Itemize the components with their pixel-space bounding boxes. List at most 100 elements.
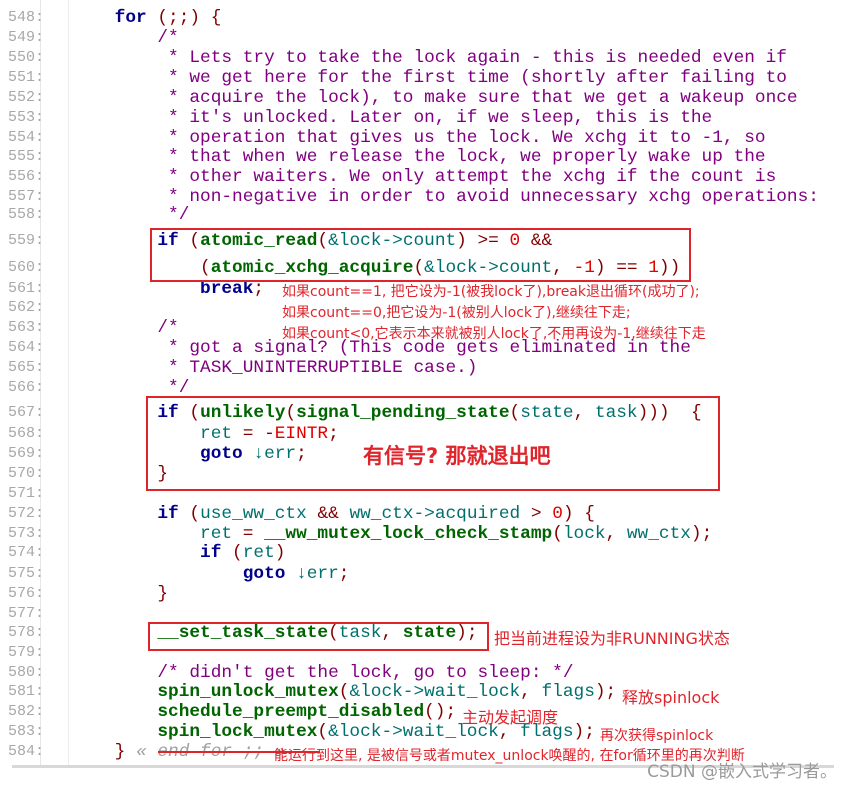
token-kw: for bbox=[72, 8, 147, 28]
annotation-relock: 再次获得spinlock bbox=[600, 728, 714, 744]
code-line: 556: * other waiters. We only attempt th… bbox=[0, 167, 830, 187]
token-fn: __ww_mutex_lock_check_stamp bbox=[264, 524, 553, 544]
line-number: 558: bbox=[8, 206, 45, 223]
line-code: /* bbox=[72, 28, 179, 48]
token-op: ; bbox=[253, 279, 265, 299]
line-code: goto ↓err; bbox=[72, 564, 350, 584]
line-number: 560: bbox=[8, 259, 45, 276]
line-number: 548: bbox=[8, 9, 45, 26]
code-line: 550: * Lets try to take the lock again -… bbox=[0, 48, 830, 68]
line-number: 570: bbox=[8, 465, 45, 482]
code-line: 548: for (;;) { bbox=[0, 8, 830, 28]
token-op: ( bbox=[552, 524, 563, 544]
annotation-unlock: 释放spinlock bbox=[622, 688, 720, 707]
code-line: 557: * non-negative in order to avoid un… bbox=[0, 187, 830, 207]
line-number: 575: bbox=[8, 565, 45, 582]
token-id: ret bbox=[72, 524, 233, 544]
token-op: (); bbox=[424, 702, 457, 722]
highlight-box-atomic-check bbox=[150, 228, 691, 282]
token-cm: * non-negative in order to avoid unneces… bbox=[72, 187, 819, 207]
highlight-box-set-task-state bbox=[148, 622, 489, 651]
token-cm: /* didn't get the lock, go to sleep: */ bbox=[72, 663, 574, 683]
line-code: * Lets try to take the lock again - this… bbox=[72, 48, 787, 68]
line-code: /* bbox=[72, 318, 179, 338]
code-line: 575: goto ↓err; bbox=[0, 564, 830, 584]
token-op: , bbox=[520, 682, 542, 702]
token-id: ww_ctx->acquired bbox=[349, 504, 521, 524]
line-number: 569: bbox=[8, 445, 45, 462]
line-code: * TASK_UNINTERRUPTIBLE case.) bbox=[72, 358, 477, 378]
line-number: 571: bbox=[8, 485, 45, 502]
code-line: 554: * operation that gives us the lock.… bbox=[0, 128, 830, 148]
line-code: * other waiters. We only attempt the xch… bbox=[72, 167, 776, 187]
token-cm: /* bbox=[72, 318, 179, 338]
token-cm: * that when we release the lock, we prop… bbox=[72, 147, 766, 167]
token-op: (;;) { bbox=[146, 8, 222, 28]
line-number: 561: bbox=[8, 280, 45, 297]
annotation-break-2: 如果count==0,把它设为-1(被别人lock了),继续往下走; bbox=[282, 305, 631, 321]
token-id: lock bbox=[562, 524, 606, 544]
code-line: 552: * acquire the lock), to make sure t… bbox=[0, 88, 830, 108]
token-fn: schedule_preempt_disabled bbox=[72, 702, 425, 722]
annotation-break-3: 如果count<0,它表示本来就被别人lock了,不用再设为-1,继续往下走 bbox=[282, 326, 706, 342]
token-kw: if bbox=[72, 504, 179, 524]
token-op: && bbox=[306, 504, 350, 524]
line-number: 564: bbox=[8, 339, 45, 356]
token-cm: * we get here for the first time (shortl… bbox=[72, 68, 787, 88]
watermark: CSDN @嵌入式学习者。 bbox=[647, 762, 837, 782]
line-number: 559: bbox=[8, 232, 45, 249]
line-number: 584: bbox=[8, 743, 45, 760]
line-code: if (ret) bbox=[72, 543, 285, 563]
token-cm: * other waiters. We only attempt the xch… bbox=[72, 167, 777, 187]
line-number: 549: bbox=[8, 29, 45, 46]
line-number: 573: bbox=[8, 525, 45, 542]
token-fn: spin_lock_mutex bbox=[72, 722, 318, 742]
token-op: ( bbox=[338, 682, 350, 702]
line-code: ret = __ww_mutex_lock_check_stamp(lock, … bbox=[72, 524, 712, 544]
token-op: ( bbox=[178, 504, 201, 524]
code-line: 555: * that when we release the lock, we… bbox=[0, 147, 830, 167]
code-line: 565: * TASK_UNINTERRUPTIBLE case.) bbox=[0, 358, 830, 378]
annotation-signal: 有信号? 那就退出吧 bbox=[363, 444, 551, 468]
line-number: 581: bbox=[8, 683, 45, 700]
line-code: spin_unlock_mutex(&lock->wait_lock, flag… bbox=[72, 682, 616, 702]
line-number: 567: bbox=[8, 404, 45, 421]
token-cm: */ bbox=[72, 205, 190, 225]
line-code: * non-negative in order to avoid unneces… bbox=[72, 187, 819, 207]
line-number: 562: bbox=[8, 299, 45, 316]
token-op: ( bbox=[317, 722, 329, 742]
token-op: ; bbox=[338, 564, 350, 584]
line-code: } bbox=[72, 584, 168, 604]
line-code: * acquire the lock), to make sure that w… bbox=[72, 88, 798, 108]
line-number: 579: bbox=[8, 644, 45, 661]
code-editor[interactable]: 548: for (;;) {549: /* 550: * Lets try to… bbox=[0, 0, 830, 766]
token-num: 0 bbox=[552, 504, 563, 524]
token-fn: spin_unlock_mutex bbox=[72, 682, 339, 702]
line-number: 557: bbox=[8, 188, 45, 205]
line-number: 553: bbox=[8, 109, 45, 126]
token-id: flags bbox=[541, 682, 595, 702]
line-code: * that when we release the lock, we prop… bbox=[72, 147, 766, 167]
line-number: 572: bbox=[8, 505, 45, 522]
token-op: } bbox=[72, 584, 169, 604]
token-cm: /* bbox=[72, 28, 179, 48]
line-number: 554: bbox=[8, 129, 45, 146]
line-number: 563: bbox=[8, 319, 45, 336]
token-kw: break bbox=[72, 279, 254, 299]
line-number: 576: bbox=[8, 585, 45, 602]
line-code: * it's unlocked. Later on, if we sleep, … bbox=[72, 108, 712, 128]
line-number: 580: bbox=[8, 664, 45, 681]
token-op: ); bbox=[690, 524, 713, 544]
line-number: 551: bbox=[8, 69, 45, 86]
token-op: > bbox=[520, 504, 553, 524]
line-code: schedule_preempt_disabled(); bbox=[72, 702, 456, 722]
code-line: 553: * it's unlocked. Later on, if we sl… bbox=[0, 108, 830, 128]
token-id: ww_ctx bbox=[626, 524, 691, 544]
code-line: 574: if (ret) bbox=[0, 543, 830, 563]
code-line: 577: bbox=[0, 604, 830, 624]
code-line: 566: */ bbox=[0, 378, 830, 398]
line-code: */ bbox=[72, 205, 189, 225]
token-op: = bbox=[232, 524, 265, 544]
code-line: 551: * we get here for the first time (s… bbox=[0, 68, 830, 88]
token-op: ) bbox=[274, 543, 286, 563]
